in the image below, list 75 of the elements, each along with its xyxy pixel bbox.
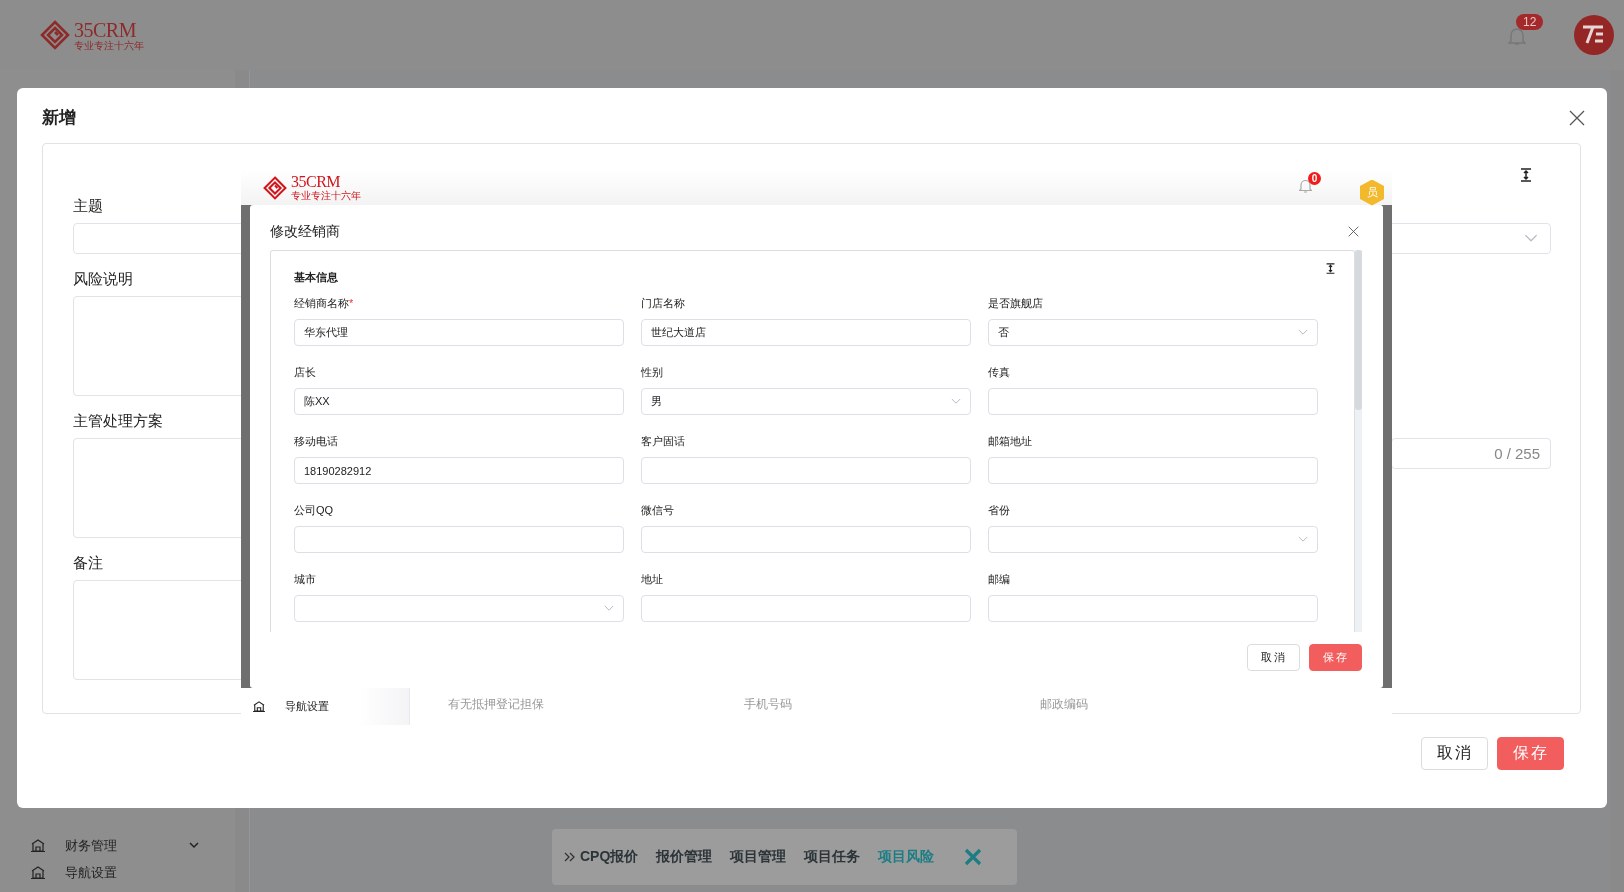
sidebar-item[interactable]: 导航设置 (25, 859, 205, 886)
text-field[interactable] (641, 595, 971, 622)
field-label: 主题 (73, 196, 103, 216)
notification-badge: 12 (1516, 14, 1544, 30)
chevron-down-icon (1298, 329, 1308, 336)
save-button[interactable]: 保存 (1497, 737, 1564, 770)
field-label: 店长 (294, 365, 316, 380)
quick-tab[interactable]: CPQ报价 (580, 848, 639, 866)
expand-height-icon[interactable] (1519, 168, 1533, 182)
quick-tab[interactable]: 报价管理 (656, 848, 713, 866)
chevron-down-icon (604, 605, 614, 612)
text-field[interactable]: 18190282912 (294, 457, 624, 484)
column-header: 手机号码 (744, 696, 793, 713)
field-label: 邮编 (988, 572, 1010, 587)
chevron-down-icon (1524, 234, 1538, 243)
chevron-down-icon (189, 842, 199, 849)
sidebar-item[interactable]: 财务管理 (25, 832, 205, 859)
bell-icon[interactable] (1299, 178, 1312, 193)
section-title: 基本信息 (294, 270, 339, 285)
column-header: 邮政编码 (1040, 696, 1089, 713)
select-field[interactable]: 否 (988, 319, 1318, 346)
field-label: 备注 (73, 553, 103, 573)
field-label: 微信号 (641, 503, 674, 518)
text-field[interactable]: 世纪大道店 (641, 319, 971, 346)
building-icon (31, 866, 45, 879)
chevron-down-icon (1298, 536, 1308, 543)
text-field[interactable] (294, 526, 624, 553)
logo-tagline: 专业专注十六年 (291, 190, 361, 201)
cancel-button[interactable]: 取消 (1247, 644, 1300, 671)
field-label: 客户固话 (641, 434, 685, 449)
text-field[interactable] (641, 526, 971, 553)
scrollbar-thumb[interactable] (1355, 250, 1362, 410)
field-label: 性别 (641, 365, 663, 380)
field-label: 经销商名称* (294, 296, 354, 311)
field-label: 地址 (641, 572, 663, 587)
field-label: 邮箱地址 (988, 434, 1032, 449)
column-header: 有无抵押登记担保 (448, 696, 545, 713)
field-label: 门店名称 (641, 296, 685, 311)
save-button[interactable]: 保存 (1309, 644, 1362, 671)
select-field[interactable] (294, 595, 624, 622)
dialog-title: 修改经销商 (270, 222, 340, 241)
text-field[interactable] (641, 457, 971, 484)
select-field[interactable] (988, 526, 1318, 553)
text-field[interactable] (988, 388, 1318, 415)
logo-icon (40, 20, 70, 50)
close-icon[interactable] (1348, 226, 1359, 237)
field-label: 主管处理方案 (73, 411, 163, 431)
field-label: 移动电话 (294, 434, 338, 449)
chevron-down-icon (951, 398, 961, 405)
quick-tab[interactable]: 项目管理 (730, 848, 787, 866)
text-field[interactable] (988, 595, 1318, 622)
cancel-button[interactable]: 取消 (1421, 737, 1488, 770)
notification-badge: 0 (1308, 172, 1321, 185)
logo-text: 35CRM (291, 174, 342, 190)
double-chevron-icon[interactable] (564, 851, 576, 863)
building-icon (31, 839, 45, 852)
select-field[interactable]: 男 (641, 388, 971, 415)
logo-icon (263, 175, 287, 200)
field-label: 省份 (988, 503, 1010, 518)
field-label: 城市 (294, 572, 316, 587)
text-field[interactable] (988, 457, 1318, 484)
quick-tab[interactable]: 项目任务 (804, 848, 861, 866)
text-field[interactable]: 陈XX (294, 388, 624, 415)
close-icon[interactable] (1569, 109, 1585, 126)
logo-tagline: 专业专注十六年 (74, 39, 144, 51)
modal-title: 新增 (42, 107, 76, 129)
logo-text: 35CRM (74, 19, 137, 40)
building-icon (253, 701, 265, 712)
field-label: 风险说明 (73, 269, 133, 289)
field-label: 是否旗舰店 (988, 296, 1043, 311)
field-label: 传真 (988, 365, 1010, 380)
field-label: 公司QQ (294, 503, 334, 518)
expand-height-icon[interactable] (1325, 263, 1336, 274)
text-field[interactable]: 华东代理 (294, 319, 624, 346)
bell-icon[interactable] (1508, 26, 1526, 46)
